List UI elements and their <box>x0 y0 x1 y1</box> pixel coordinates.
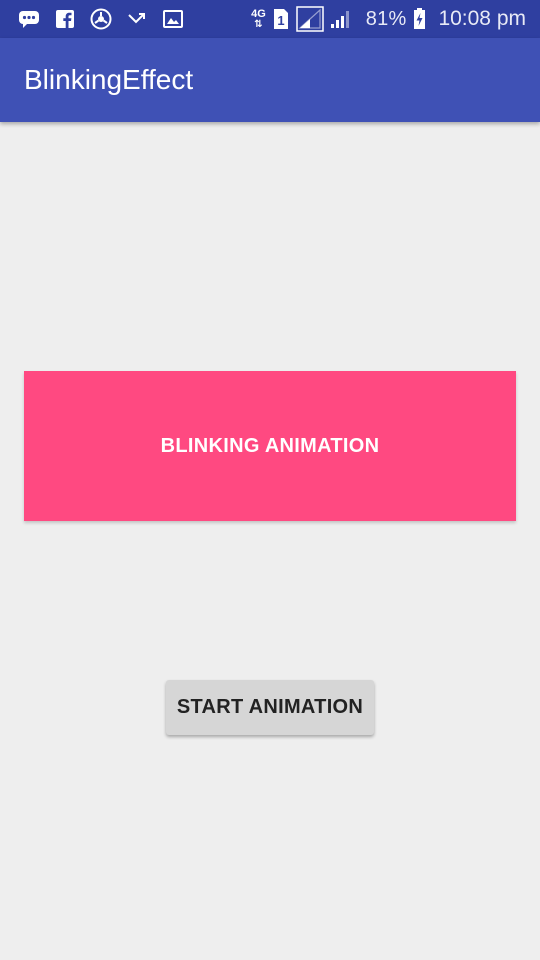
status-time: 10:08 pm <box>438 7 526 30</box>
facebook-icon <box>54 8 76 30</box>
vpn-icon <box>90 8 112 30</box>
network-type-indicator: 4G ⇅ <box>251 7 266 30</box>
status-bar: 4G ⇅ 1 81% 10:08 pm <box>0 0 540 38</box>
notification-icons <box>0 8 184 30</box>
app-bar: BlinkingEffect <box>0 38 540 122</box>
battery-percentage: 81% <box>365 7 407 30</box>
app-title: BlinkingEffect <box>24 64 194 95</box>
signal-strength-sim1-icon <box>296 6 324 32</box>
sim-card-icon: 1 <box>272 8 290 30</box>
chat-icon <box>18 8 40 30</box>
system-icons: 4G ⇅ 1 81% 10:08 pm <box>251 0 526 38</box>
sim-slot-label: 1 <box>277 13 284 28</box>
start-animation-button[interactable]: START ANIMATION <box>166 680 374 735</box>
image-icon <box>162 8 184 30</box>
signal-strength-sim2-icon <box>330 8 352 30</box>
missed-call-icon <box>126 8 148 30</box>
blinking-animation-view: BLINKING ANIMATION <box>24 371 516 521</box>
blinking-animation-label: BLINKING ANIMATION <box>160 434 380 457</box>
battery-charging-icon <box>412 8 426 30</box>
